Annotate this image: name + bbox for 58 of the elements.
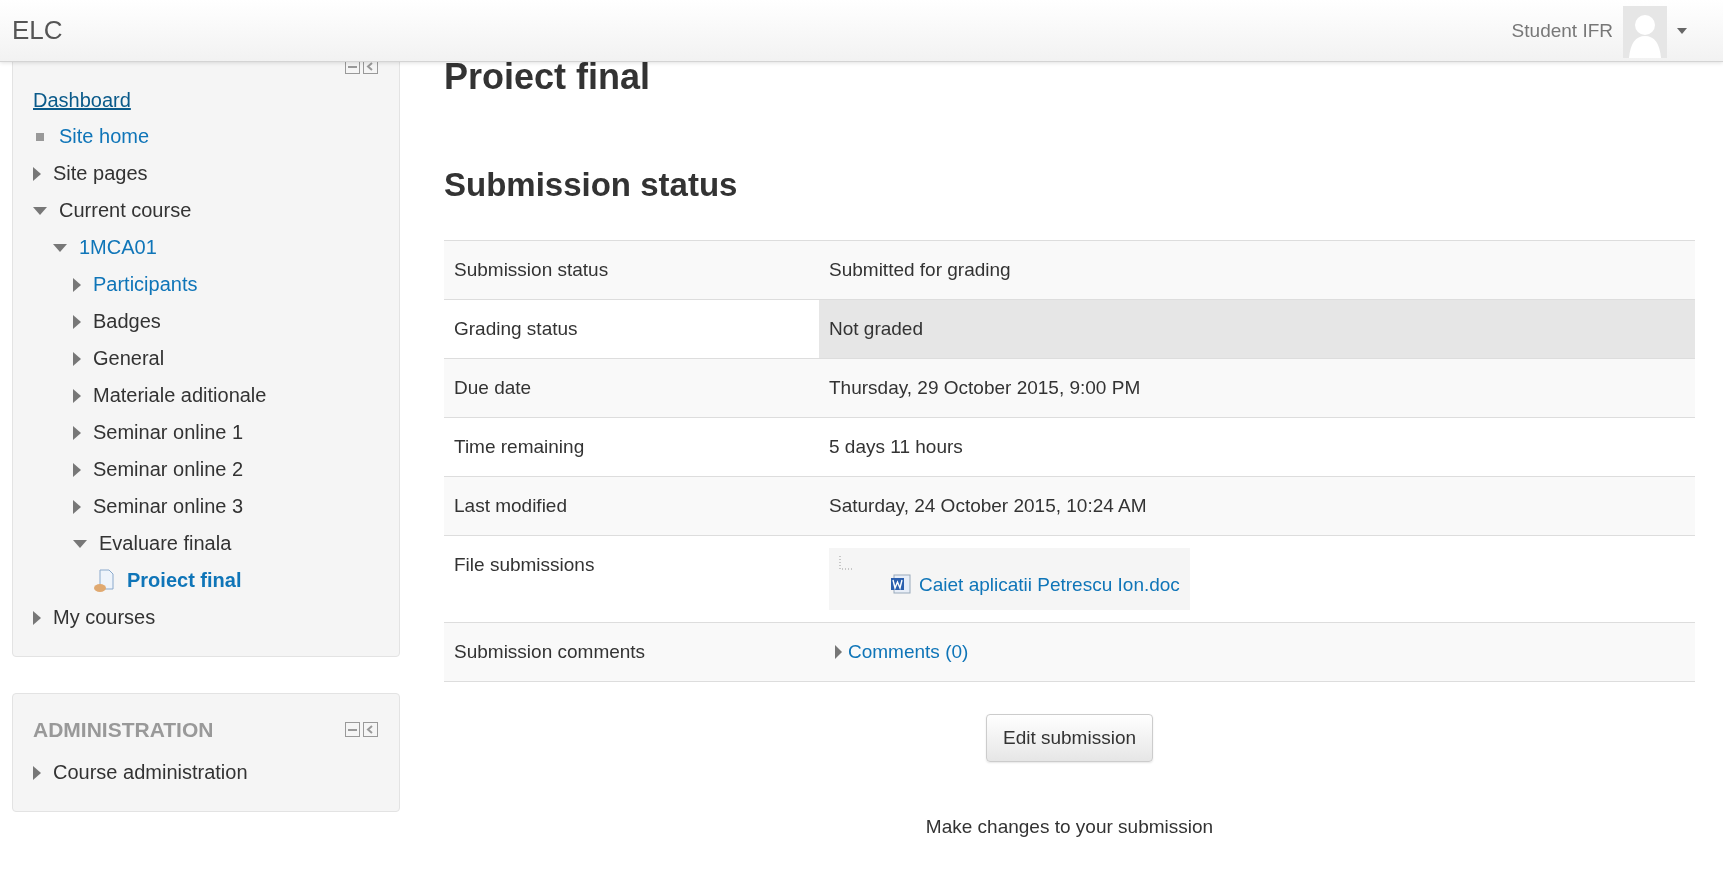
nav-item[interactable]: Current course xyxy=(59,199,192,222)
collapsed-arrow-icon[interactable] xyxy=(73,277,81,292)
table-cell-text: File submissions xyxy=(453,553,596,577)
page-title: Proiect final xyxy=(444,56,652,98)
table-cell-text: Due date xyxy=(453,376,533,400)
site-brand[interactable]: ELC xyxy=(12,15,63,46)
block-controls-icon[interactable] xyxy=(345,722,379,738)
word-document-icon xyxy=(891,574,911,594)
section-title: Submission status xyxy=(444,166,739,204)
table-cell: Not graded xyxy=(819,300,1695,358)
collapsed-arrow-icon[interactable] xyxy=(73,388,81,403)
table-cell-text: Submission status xyxy=(453,258,610,282)
caret-icon[interactable] xyxy=(1677,27,1687,34)
expanded-arrow-icon[interactable] xyxy=(53,243,67,252)
nav-item[interactable]: Site pages xyxy=(53,162,148,185)
help-text: Make changes to your submission xyxy=(925,816,1214,838)
table-cell-text: Time remaining xyxy=(453,435,586,459)
table-cell-text: Submission comments xyxy=(453,640,647,664)
collapsed-arrow-icon[interactable] xyxy=(73,462,81,477)
table-cell-text: Last modified xyxy=(453,494,568,518)
table-cell-text: Submitted for grading xyxy=(828,258,1012,282)
dashboard-link[interactable]: Dashboard xyxy=(33,89,131,112)
edit-submission-button[interactable]: Edit submission xyxy=(985,714,1154,762)
collapsed-arrow-icon[interactable] xyxy=(835,645,842,659)
nav-item[interactable]: Materiale aditionale xyxy=(93,384,267,407)
nav-item[interactable]: General xyxy=(93,347,165,370)
bullet-icon xyxy=(33,132,47,141)
user-name[interactable]: Student IFR xyxy=(1511,19,1613,42)
comments-link[interactable]: Comments (0) xyxy=(848,641,969,663)
nav-item[interactable]: Seminar online 3 xyxy=(93,495,244,518)
nav-item[interactable]: 1MCA01 xyxy=(79,236,157,259)
expanded-arrow-icon[interactable] xyxy=(73,539,87,548)
nav-item[interactable]: Badges xyxy=(93,310,161,333)
collapsed-arrow-icon[interactable] xyxy=(33,166,41,181)
tree-connector-icon xyxy=(839,556,853,570)
block-title: ADMINISTRATION xyxy=(33,718,214,742)
collapsed-arrow-icon[interactable] xyxy=(73,499,81,514)
collapsed-arrow-icon[interactable] xyxy=(33,765,41,780)
nav-item[interactable]: Proiect final xyxy=(127,569,242,592)
nav-item[interactable]: Site home xyxy=(59,125,150,148)
collapsed-arrow-icon[interactable] xyxy=(73,314,81,329)
nav-item[interactable]: Course administration xyxy=(53,761,248,784)
nav-item[interactable]: Evaluare finala xyxy=(99,532,232,555)
block-controls-icon[interactable] xyxy=(345,59,379,75)
collapsed-arrow-icon[interactable] xyxy=(73,425,81,440)
table-cell-text: 5 days 11 hours xyxy=(828,435,964,459)
nav-item[interactable]: Participants xyxy=(93,273,198,296)
collapsed-arrow-icon[interactable] xyxy=(73,351,81,366)
file-link[interactable]: Caiet aplicatii Petrescu Ion.doc xyxy=(919,574,1180,596)
nav-item[interactable]: Seminar online 1 xyxy=(93,421,244,444)
nav-item[interactable]: My courses xyxy=(53,606,156,629)
table-cell-text: Saturday, 24 October 2015, 10:24 AM xyxy=(828,494,1148,518)
table-cell-text: Thursday, 29 October 2015, 9:00 PM xyxy=(828,376,1142,400)
assignment-icon xyxy=(93,568,115,593)
expanded-arrow-icon[interactable] xyxy=(33,206,47,215)
collapsed-arrow-icon[interactable] xyxy=(33,610,41,625)
nav-item[interactable]: Seminar online 2 xyxy=(93,458,244,481)
table-cell-text: Grading status xyxy=(453,317,579,341)
